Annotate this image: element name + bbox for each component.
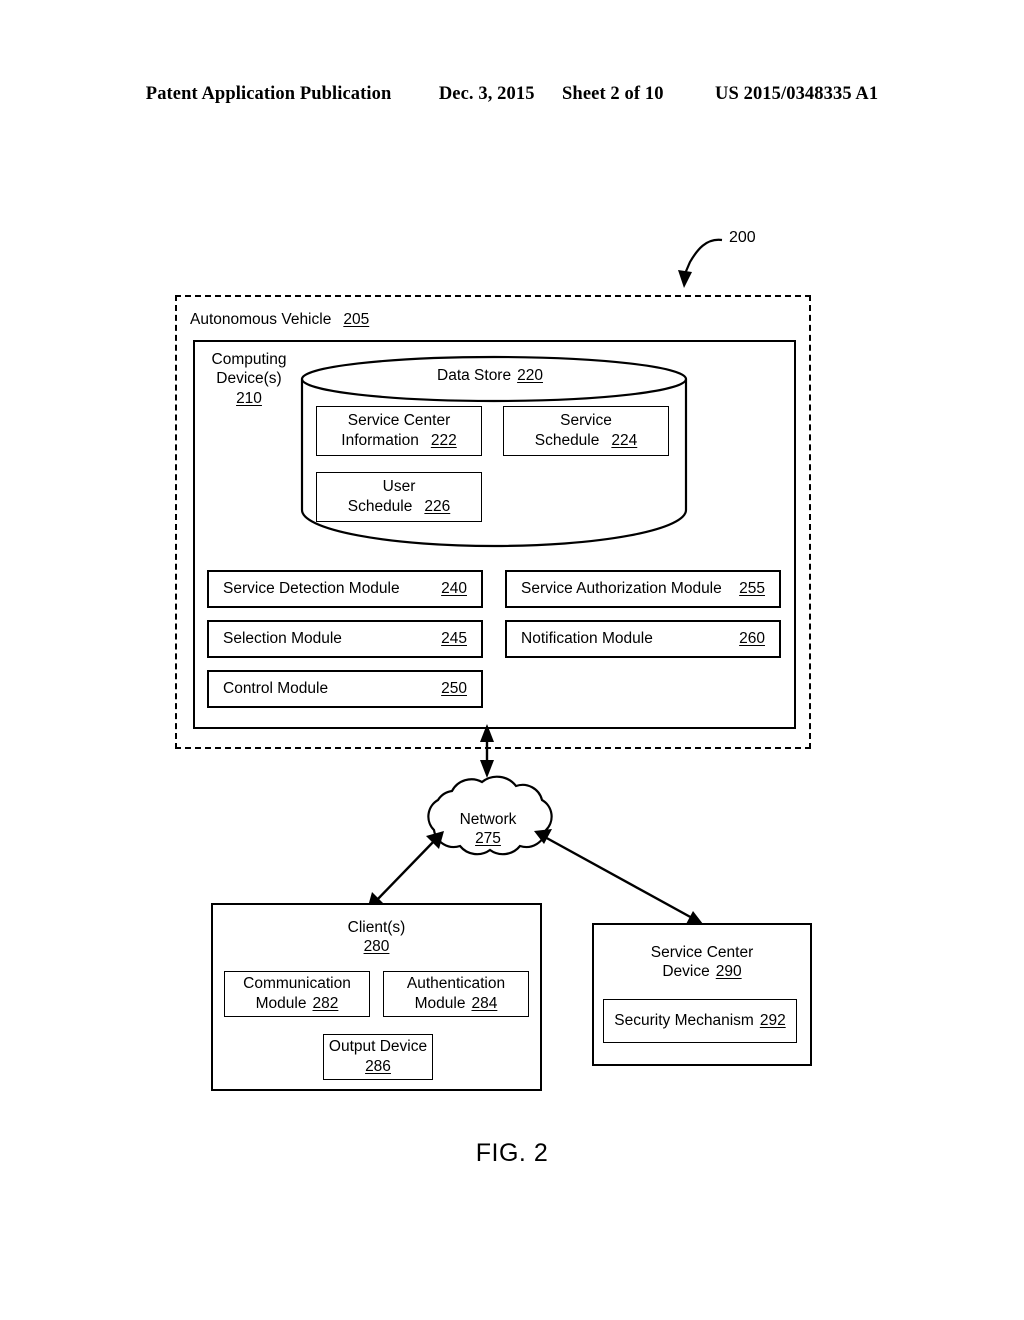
computing-devices-line1: Computing xyxy=(211,351,287,368)
clients-text: Client(s) xyxy=(347,919,406,936)
communication-module-line2: Module 282 xyxy=(255,995,339,1012)
service-center-device-line2: Device 290 xyxy=(662,963,742,981)
output-device-line1: Output Device xyxy=(328,1037,428,1055)
user-schedule-ref: 226 xyxy=(424,498,451,515)
autonomous-vehicle-ref: 205 xyxy=(343,311,370,328)
computing-devices-label: Computing Device(s) 210 xyxy=(201,350,297,408)
data-store-text: Data Store xyxy=(437,367,512,384)
data-store-ref: 220 xyxy=(517,367,543,384)
notification-module-ref: 260 xyxy=(739,630,765,647)
selection-module-box: Selection Module 245 xyxy=(207,620,483,658)
publication-header: Patent Application Publication Dec. 3, 2… xyxy=(0,84,1024,105)
network-ref: 275 xyxy=(475,830,501,848)
vehicle-network-arrow-down xyxy=(480,760,494,778)
header-date: Dec. 3, 2015 xyxy=(438,84,535,104)
authentication-module-line2: Module 284 xyxy=(414,995,498,1012)
computing-devices-ref: 210 xyxy=(236,389,262,407)
authentication-module-line1: Authentication xyxy=(406,974,506,992)
service-authorization-module-label: Service Authorization Module xyxy=(521,580,722,597)
autonomous-vehicle-text: Autonomous Vehicle xyxy=(190,311,332,328)
notification-module-box: Notification Module 260 xyxy=(505,620,781,658)
system-ref-arrowhead xyxy=(678,270,692,288)
service-center-information-line2: Information 222 xyxy=(341,432,457,449)
communication-module-box: Communication Module 282 xyxy=(224,971,370,1017)
output-device-ref: 286 xyxy=(365,1058,391,1075)
clients-ref: 280 xyxy=(363,938,390,956)
network-client-arrow-upright xyxy=(426,831,444,849)
service-center-information-ref: 222 xyxy=(430,432,457,449)
authentication-module-box: Authentication Module 284 xyxy=(383,971,529,1017)
clients-label: Client(s) 280 xyxy=(211,918,542,957)
network-service-arrow-upleft xyxy=(534,829,552,844)
system-ref-leader xyxy=(682,238,723,277)
notification-module-label: Notification Module xyxy=(521,630,653,647)
service-center-device-ref: 290 xyxy=(715,963,742,981)
security-mechanism-box: Security Mechanism 292 xyxy=(603,999,797,1043)
communication-module-ref: 282 xyxy=(312,995,339,1012)
selection-module-ref: 245 xyxy=(441,630,467,647)
service-detection-module-label: Service Detection Module xyxy=(223,580,400,597)
service-schedule-line2: Schedule 224 xyxy=(534,432,638,449)
header-patent-number: US 2015/0348335 A1 xyxy=(715,84,879,104)
user-schedule-box: User Schedule 226 xyxy=(316,472,482,522)
service-center-device-label: Service Center Device 290 xyxy=(592,943,812,982)
computing-devices-line2: Device(s) xyxy=(216,370,282,388)
patent-figure-page: Patent Application Publication Dec. 3, 2… xyxy=(0,0,1024,1320)
control-module-ref: 250 xyxy=(441,680,467,697)
network-label: Network 275 xyxy=(452,810,524,849)
service-center-information-box: Service Center Information 222 xyxy=(316,406,482,456)
service-schedule-box: Service Schedule 224 xyxy=(503,406,669,456)
service-detection-module-ref: 240 xyxy=(441,580,467,597)
data-store-label: Data Store 220 xyxy=(437,366,543,385)
output-device-box: Output Device 286 xyxy=(323,1034,433,1080)
security-mechanism-label: Security Mechanism xyxy=(614,1012,754,1029)
figure-caption: FIG. 2 xyxy=(475,1139,549,1167)
service-center-information-line1: Service Center xyxy=(347,411,451,429)
control-module-label: Control Module xyxy=(223,680,329,697)
communication-module-line1: Communication xyxy=(243,974,351,992)
network-text: Network xyxy=(459,811,517,828)
user-schedule-line1: User xyxy=(382,477,416,495)
header-sheet: Sheet 2 of 10 xyxy=(562,84,664,104)
authentication-module-ref: 284 xyxy=(471,995,498,1012)
selection-module-label: Selection Module xyxy=(223,630,342,647)
control-module-box: Control Module 250 xyxy=(207,670,483,708)
service-schedule-line1: Service xyxy=(560,411,612,429)
system-ref-label: 200 xyxy=(729,229,756,246)
service-authorization-module-box: Service Authorization Module 255 xyxy=(505,570,781,608)
network-client-link xyxy=(373,837,438,904)
service-schedule-ref: 224 xyxy=(611,432,638,449)
service-center-device-line1: Service Center xyxy=(650,944,754,961)
autonomous-vehicle-label: Autonomous Vehicle 205 xyxy=(190,310,369,329)
network-service-center-link xyxy=(542,834,695,921)
service-authorization-module-ref: 255 xyxy=(739,580,765,597)
user-schedule-line2: Schedule 226 xyxy=(347,498,451,515)
security-mechanism-ref: 292 xyxy=(759,1012,786,1029)
service-detection-module-box: Service Detection Module 240 xyxy=(207,570,483,608)
header-publication: Patent Application Publication xyxy=(145,84,392,104)
